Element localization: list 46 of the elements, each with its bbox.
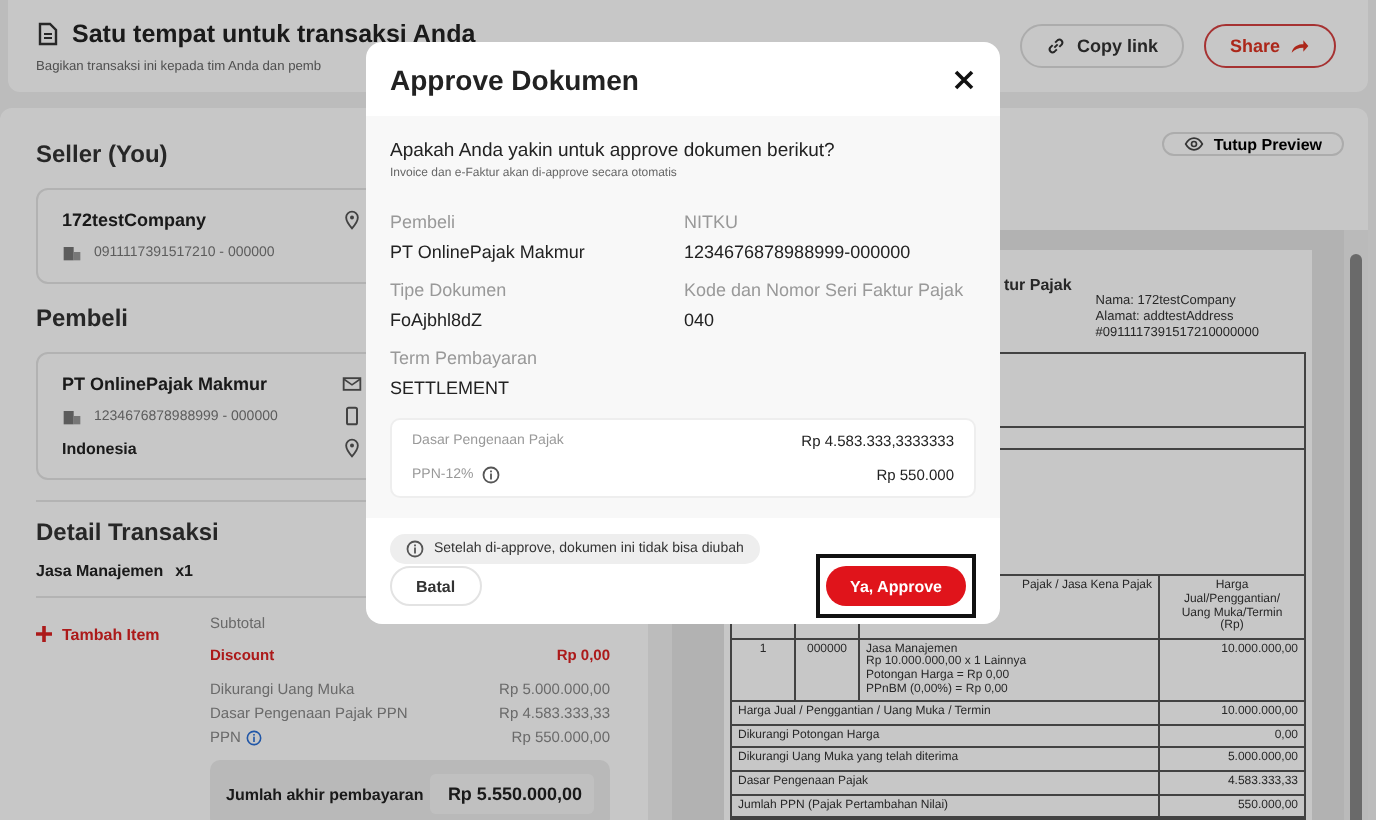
cancel-button[interactable]: Batal <box>390 566 482 606</box>
field-value: SETTLEMENT <box>390 378 512 398</box>
copy-link-button[interactable]: Copy link <box>1020 24 1184 68</box>
total-value: Rp 5.550.000,00 <box>430 774 594 814</box>
country: Indonesia <box>62 439 137 457</box>
document-title: tur Pajak <box>1004 274 1072 296</box>
link-icon <box>1046 36 1067 56</box>
confirmation-question: Apakah Anda yakin untuk approve dokumen berikut? <box>390 140 837 162</box>
field-value: PT OnlinePajak Makmur <box>390 242 587 262</box>
plus-icon <box>36 626 52 642</box>
scrollbar[interactable] <box>1344 230 1368 820</box>
field-label: Tipe Dokumen <box>390 280 509 300</box>
eye-icon <box>1183 134 1204 154</box>
location-pin-icon <box>342 438 362 458</box>
share-arrow-icon <box>1290 36 1310 56</box>
info-icon <box>406 540 424 558</box>
field-label: NITKU <box>684 212 740 232</box>
total-label: Jumlah akhir pembayaran <box>226 785 424 803</box>
document-icon <box>36 21 60 45</box>
field-label: Kode dan Nomor Seri Faktur Pajak <box>684 280 966 300</box>
close-icon[interactable] <box>952 67 976 91</box>
section-heading: Detail Transaksi <box>36 518 219 546</box>
item-quantity: x1 <box>175 562 193 580</box>
info-icon <box>481 466 500 484</box>
phone-icon <box>342 406 362 426</box>
share-button[interactable]: Share <box>1203 24 1336 68</box>
page-title: Satu tempat untuk transaksi Anda <box>72 19 476 47</box>
mail-icon <box>342 374 362 394</box>
item-name: Jasa Manajemen <box>36 562 164 580</box>
field-label: Pembeli <box>390 212 458 232</box>
dialog-title: Approve Dokumen <box>390 63 639 95</box>
company-name: PT OnlinePajak Makmur <box>62 374 268 394</box>
company-name: 172testCompany <box>62 210 207 230</box>
field-value: FoAjbhl8dZ <box>390 310 485 330</box>
add-item-link[interactable]: Tambah Item <box>36 614 210 646</box>
building-icon <box>62 406 82 426</box>
location-pin-icon <box>342 210 362 230</box>
field-value: 1234676878988999-000000 <box>684 242 913 262</box>
field-label: Term Pembayaran <box>390 348 540 368</box>
building-icon <box>62 242 82 262</box>
field-value: 040 <box>684 310 717 330</box>
approve-button[interactable]: Ya, Approve <box>826 566 966 606</box>
section-heading: Pembeli <box>36 304 129 332</box>
section-heading: Seller (You) <box>36 140 168 168</box>
close-preview-button[interactable]: Tutup Preview <box>1161 132 1344 156</box>
info-icon <box>246 729 263 745</box>
